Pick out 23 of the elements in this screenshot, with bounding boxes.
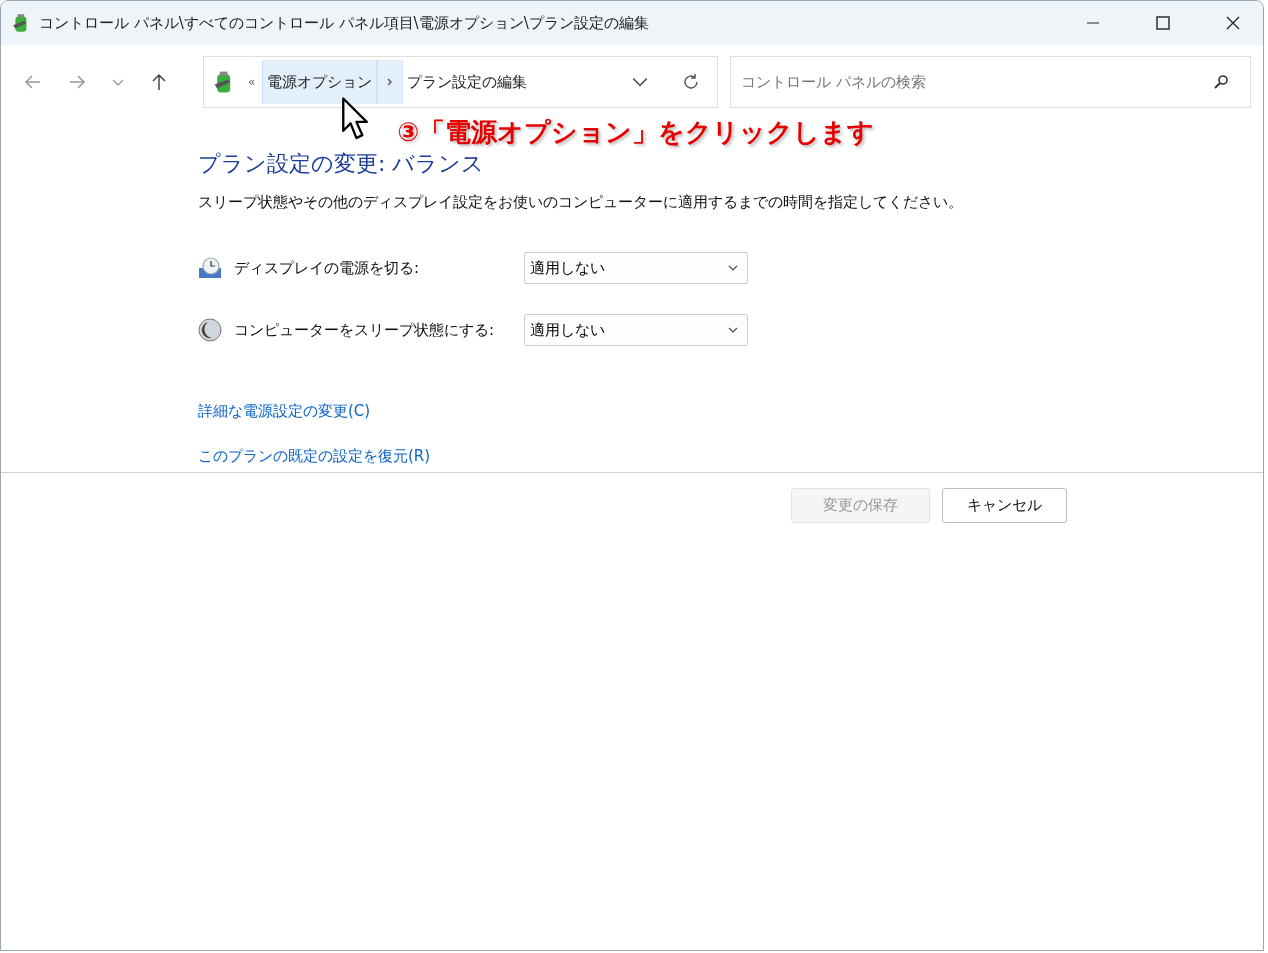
link[interactable]: 詳細な電源設定の変更(C) (198, 402, 371, 421)
annotation-text: ③「電源オプション」をクリックします (397, 116, 874, 149)
maximize-icon[interactable] (1155, 15, 1171, 31)
mouse-cursor-icon (339, 97, 371, 141)
page-heading: プラン設定の変更: バランス (198, 150, 486, 178)
breadcrumb-item[interactable]: プラン設定の編集 (403, 60, 532, 104)
dropdown[interactable]: 適用しない (524, 314, 748, 346)
breadcrumb-item[interactable]: 電源オプション (262, 60, 378, 104)
search-icon (1213, 74, 1229, 90)
moon-icon (198, 318, 222, 342)
overflow-chevron[interactable]: « (248, 75, 256, 89)
display-clock-icon (198, 256, 222, 280)
description-text: スリープ状態やその他のディスプレイ設定をお使いのコンピューターに適用するまでの時間を指定してください。 (198, 193, 964, 212)
setting-label: コンピューターをスリープ状態にする: (234, 320, 496, 340)
setting-label: ディスプレイの電源を切る: (234, 258, 421, 278)
search-field[interactable]: コントロール パネルの検索 (730, 56, 1251, 108)
refresh-icon[interactable] (681, 72, 701, 92)
dropdown[interactable]: 適用しない (524, 252, 748, 284)
address-bar[interactable]: « 電源オプション プラン設定の編集 (203, 56, 718, 108)
window-title: コントロール パネル\すべてのコントロール パネル項目\電源オプション\プラン設定の編集 (39, 13, 649, 33)
link[interactable]: このプランの既定の設定を復元(R) (198, 447, 431, 466)
cancel-button[interactable]: キャンセル (942, 488, 1067, 523)
close-icon[interactable] (1225, 15, 1241, 31)
